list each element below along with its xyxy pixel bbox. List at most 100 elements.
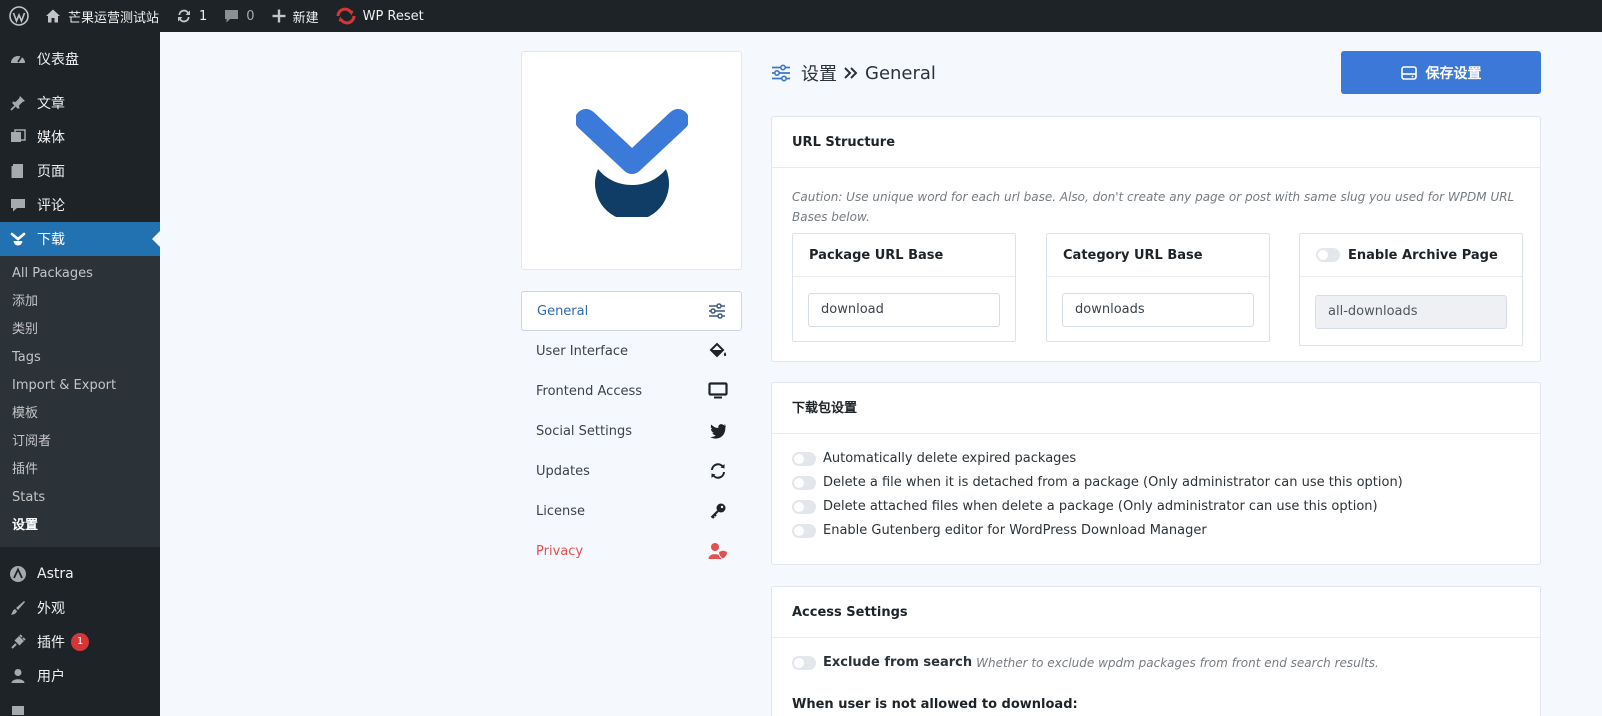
submenu-stats[interactable]: Stats: [0, 484, 160, 512]
menu-label-comments: 评论: [37, 198, 65, 214]
option-exclude-from-search: Exclude from search Whether to exclude w…: [792, 655, 1379, 670]
settings-nav-social-settings[interactable]: Social Settings: [521, 411, 742, 451]
menu-label-plugins: 插件: [37, 635, 65, 651]
menu-label-pages: 页面: [37, 164, 65, 180]
plugins-update-badge: 1: [71, 633, 89, 651]
not-allowed-label: When user is not allowed to download:: [792, 697, 1078, 712]
submenu-addons[interactable]: 插件: [0, 456, 160, 484]
menu-item-users[interactable]: 用户: [0, 659, 160, 693]
option-delete-detached-file: Delete a file when it is detached from a…: [792, 475, 1403, 490]
archive-page-input[interactable]: all-downloads: [1315, 295, 1507, 329]
comments-icon: [9, 196, 27, 214]
access-settings-card: Access Settings Exclude from search Whet…: [771, 586, 1541, 716]
download-chevron-icon: [9, 230, 27, 248]
menu-item-comments[interactable]: 评论: [0, 188, 160, 222]
option-delete-attached-files: Delete attached files when delete a pack…: [792, 499, 1378, 514]
menu-item-appearance[interactable]: 外观: [0, 591, 160, 625]
wp-reset-label: WP Reset: [362, 8, 424, 24]
submenu-settings[interactable]: 设置: [0, 512, 160, 540]
settings-nav-privacy[interactable]: Privacy: [521, 531, 742, 571]
url-structure-card: URL Structure Caution: Use unique word f…: [771, 116, 1541, 362]
admin-bar: 芒果运营测试站 1 0 新建 WP Reset: [0, 0, 1602, 32]
category-url-base-input[interactable]: downloads: [1062, 293, 1254, 327]
package-url-base-box: Package URL Base download: [792, 233, 1016, 342]
submenu-subscribers[interactable]: 订阅者: [0, 428, 160, 456]
save-settings-button[interactable]: 保存设置: [1341, 51, 1541, 94]
wp-reset-link[interactable]: WP Reset: [327, 0, 432, 32]
page-icon: [9, 162, 27, 180]
page-title-section: General: [865, 62, 936, 84]
admin-menu: 仪表盘 文章 媒体 页面 评论 下载 All Packages 添加 类别 Ta…: [0, 32, 160, 716]
exclude-from-search-toggle[interactable]: [792, 655, 816, 670]
menu-label-users: 用户: [37, 669, 65, 685]
tools-icon: [9, 701, 27, 716]
pin-icon: [9, 94, 27, 112]
plug-icon: [9, 633, 27, 651]
package-settings-card: 下载包设置 Automatically delete expired packa…: [771, 382, 1541, 565]
astra-icon: [9, 565, 27, 583]
delete-attached-files-toggle[interactable]: [792, 499, 816, 514]
settings-nav-label: General: [537, 303, 589, 319]
twitter-icon: [708, 421, 728, 441]
package-settings-title: 下载包设置: [772, 383, 1540, 434]
menu-item-tools[interactable]: [0, 693, 160, 716]
option-gutenberg-editor: Enable Gutenberg editor for WordPress Do…: [792, 523, 1207, 538]
submenu-categories[interactable]: 类别: [0, 316, 160, 344]
settings-nav-label: Updates: [536, 463, 590, 479]
comments-count: 0: [246, 8, 255, 24]
plus-icon: [271, 8, 287, 24]
menu-item-plugins[interactable]: 插件 1: [0, 625, 160, 659]
settings-nav-updates[interactable]: Updates: [521, 451, 742, 491]
submenu-import-export[interactable]: Import & Export: [0, 372, 160, 400]
sliders-icon: [707, 301, 727, 321]
option-label: Delete attached files when delete a pack…: [823, 499, 1378, 514]
site-name: 芒果运营测试站: [68, 10, 160, 26]
downloads-submenu: All Packages 添加 类别 Tags Import & Export …: [0, 256, 160, 547]
delete-detached-file-toggle[interactable]: [792, 475, 816, 490]
refresh-icon: [708, 461, 728, 481]
menu-item-dashboard[interactable]: 仪表盘: [0, 42, 160, 76]
wordpress-logo-icon[interactable]: [2, 0, 36, 32]
comment-icon: [223, 8, 240, 25]
user-icon: [9, 667, 27, 685]
archive-page-toggle[interactable]: [1316, 248, 1340, 262]
wpdm-logo-icon: [575, 108, 688, 217]
package-url-base-label: Package URL Base: [793, 234, 1015, 277]
menu-item-pages[interactable]: 页面: [0, 154, 160, 188]
submenu-all-packages[interactable]: All Packages: [0, 260, 160, 288]
updates-count: 1: [199, 8, 208, 24]
menu-item-astra[interactable]: Astra: [0, 557, 160, 591]
comments-link[interactable]: 0: [215, 0, 262, 32]
option-label: Delete a file when it is detached from a…: [823, 475, 1403, 490]
settings-nav-general[interactable]: General: [521, 291, 742, 331]
package-url-base-input[interactable]: download: [808, 293, 1000, 327]
paint-bucket-icon: [708, 341, 728, 361]
save-settings-label: 保存设置: [1425, 65, 1482, 82]
settings-nav-label: Frontend Access: [536, 383, 643, 399]
menu-label-downloads: 下载: [37, 232, 65, 248]
submenu-add[interactable]: 添加: [0, 288, 160, 316]
gutenberg-editor-toggle[interactable]: [792, 523, 816, 538]
breadcrumb-separator-icon: [843, 66, 859, 80]
settings-nav-license[interactable]: License: [521, 491, 742, 531]
site-name-link[interactable]: 芒果运营测试站: [36, 0, 167, 32]
media-icon: [9, 128, 27, 146]
settings-nav-frontend-access[interactable]: Frontend Access: [521, 371, 742, 411]
menu-item-media[interactable]: 媒体: [0, 120, 160, 154]
auto-delete-expired-toggle[interactable]: [792, 451, 816, 466]
submenu-templates[interactable]: 模板: [0, 400, 160, 428]
new-content-link[interactable]: 新建: [263, 0, 327, 32]
menu-item-downloads[interactable]: 下载: [0, 222, 160, 256]
category-url-base-label: Category URL Base: [1047, 234, 1269, 277]
menu-label-posts: 文章: [37, 96, 65, 112]
brush-icon: [9, 599, 27, 617]
menu-item-posts[interactable]: 文章: [0, 86, 160, 120]
page-title-prefix: 设置: [801, 64, 837, 85]
settings-nav-user-interface[interactable]: User Interface: [521, 331, 742, 371]
option-label: Enable Gutenberg editor for WordPress Do…: [823, 523, 1207, 538]
save-disk-icon: [1400, 65, 1417, 80]
dashboard-icon: [9, 50, 27, 68]
archive-page-label: Enable Archive Page: [1348, 247, 1498, 263]
submenu-tags[interactable]: Tags: [0, 344, 160, 372]
updates-link[interactable]: 1: [167, 0, 215, 32]
